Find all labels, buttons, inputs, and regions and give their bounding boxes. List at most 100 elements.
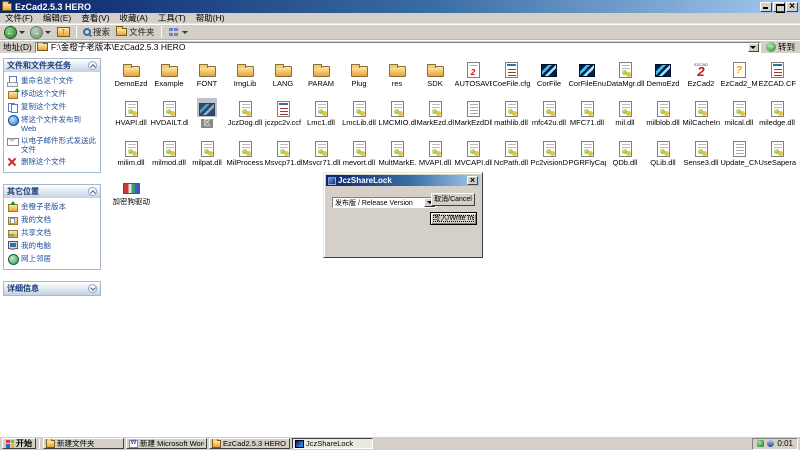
file-item[interactable]: Plug — [340, 59, 378, 88]
file-item[interactable]: MFC71.dll — [568, 98, 606, 127]
file-item[interactable]: mevort.dll — [340, 138, 378, 167]
write-in-button[interactable]: 写入/Write In — [430, 212, 477, 225]
sidebar-task-delete-file[interactable]: 删除这个文件 — [7, 157, 98, 167]
chevron-down-icon[interactable] — [88, 284, 97, 293]
file-item[interactable]: Update_CN — [720, 138, 758, 167]
file-item[interactable]: milblob.dll — [644, 98, 682, 127]
taskbar-task[interactable]: 新建文件夹 — [43, 438, 124, 449]
file-item[interactable]: Sense3.dll — [682, 138, 720, 167]
menu-item-5[interactable]: 工具(T) — [158, 12, 186, 24]
menu-item-6[interactable]: 帮助(H) — [196, 12, 225, 24]
version-select[interactable]: 发布版 / Release Version — [332, 197, 436, 208]
file-item[interactable]: milpat.dll — [188, 138, 226, 167]
file-item[interactable]: MilCacheIn... — [682, 98, 720, 127]
file-item[interactable]: EzCad2_Ma... — [720, 59, 758, 88]
file-item[interactable]: MVAPI.dll — [416, 138, 454, 167]
sidebar-panel-header[interactable]: 其它位置 — [4, 185, 100, 198]
menu-item-1[interactable]: 文件(F) — [5, 12, 33, 24]
tray-volume-icon[interactable] — [767, 440, 774, 447]
sidebar-task-network-places[interactable]: 网上邻居 — [7, 254, 98, 264]
minimize-button[interactable] — [760, 2, 772, 12]
file-item[interactable]: Msvcp71.dll — [264, 138, 302, 167]
file-item[interactable]: UseSapera.dll — [758, 138, 796, 167]
file-item[interactable]: PGRFlyCap... — [568, 138, 606, 167]
sidebar-task-parent-folder[interactable]: 金橙子老版本 — [7, 202, 98, 212]
taskbar-task[interactable]: 新建 Microsoft Word 文... — [126, 438, 207, 449]
file-item[interactable]: miledge.dll — [758, 98, 796, 127]
sidebar-panel-header[interactable]: 详细信息 — [4, 282, 100, 295]
forward-button[interactable] — [29, 25, 53, 39]
file-item[interactable]: EzCad2 — [682, 59, 720, 88]
file-item[interactable]: Msvcr71.dll — [302, 138, 340, 167]
sidebar-task-move-file[interactable]: 移动这个文件 — [7, 89, 98, 99]
file-item[interactable]: PARAM — [302, 59, 340, 88]
file-item[interactable]: milim.dll — [112, 138, 150, 167]
address-input[interactable]: F:\金橙子老版本\EzCad2.5.3 HERO — [35, 42, 761, 53]
file-item[interactable]: CorFileEnu — [568, 59, 606, 88]
address-dropdown-button[interactable] — [748, 43, 759, 52]
file-item[interactable]: mil.dll — [606, 98, 644, 127]
file-item[interactable]: DemoEzd — [112, 59, 150, 88]
file-item[interactable]: AUTOSAVE — [454, 59, 492, 88]
sidebar-task-copy-file[interactable]: 复制这个文件 — [7, 102, 98, 112]
file-item[interactable]: MilProcess.dll — [226, 138, 264, 167]
file-item[interactable]: JczDog.dll — [226, 98, 264, 127]
file-item[interactable]: NcPath.dll — [492, 138, 530, 167]
file-item[interactable]: SDK — [416, 59, 454, 88]
file-item[interactable]: mathlib.dll — [492, 98, 530, 127]
file-item[interactable]: MVCAPI.dll — [454, 138, 492, 167]
taskbar-task[interactable]: JczShareLock — [292, 438, 373, 449]
chevron-up-icon[interactable] — [88, 187, 97, 196]
up-button[interactable] — [55, 25, 72, 39]
tray-status-icon[interactable] — [757, 440, 764, 447]
close-button[interactable] — [786, 2, 798, 12]
file-item[interactable]: mfc42u.dll — [530, 98, 568, 127]
sidebar-task-my-computer[interactable]: 我的电脑 — [7, 241, 98, 251]
file-item[interactable]: MarkEzdDll — [454, 98, 492, 127]
file-item[interactable]: DataMgr.dll — [606, 59, 644, 88]
file-item[interactable]: LmcLib.dll — [340, 98, 378, 127]
start-button[interactable]: 开始 — [2, 438, 36, 449]
cancel-button[interactable]: 取消/Cancel — [431, 193, 475, 206]
chevron-up-icon[interactable] — [88, 61, 97, 70]
file-item[interactable]: ImgLib — [226, 59, 264, 88]
file-item[interactable]: jczpc2v.ccf — [264, 98, 302, 127]
views-button[interactable] — [166, 25, 190, 39]
file-item[interactable]: MultMarkE... — [378, 138, 416, 167]
file-item[interactable]: EZCAD.CFG — [758, 59, 796, 88]
sidebar-task-email-file[interactable]: 以电子邮件形式发送此文件 — [7, 136, 98, 154]
menu-item-2[interactable]: 编辑(E) — [43, 12, 71, 24]
file-item[interactable]: milcal.dll — [720, 98, 758, 127]
dialog-title-bar[interactable]: JczShareLock — [326, 175, 480, 186]
file-item[interactable]: MarkEzd.dll — [416, 98, 454, 127]
sidebar-task-shared-documents[interactable]: 共享文档 — [7, 228, 98, 238]
file-item[interactable]: 区 — [188, 98, 226, 127]
file-item[interactable]: res — [378, 59, 416, 88]
file-item[interactable]: FONT — [188, 59, 226, 88]
go-button[interactable]: 转到 — [764, 41, 797, 53]
file-item[interactable]: DemoEzd — [644, 59, 682, 88]
maximize-button[interactable] — [773, 2, 785, 12]
file-item[interactable]: HVAPI.dll — [112, 98, 150, 127]
taskbar-task[interactable]: EzCad2.5.3 HERO — [209, 438, 290, 449]
sidebar-task-rename-file[interactable]: 重命名这个文件 — [7, 76, 98, 86]
file-item[interactable]: QLib.dll — [644, 138, 682, 167]
sidebar-task-publish-web[interactable]: 将这个文件发布到 Web — [7, 115, 98, 133]
file-item[interactable]: Pc2visionDll.dll — [530, 138, 568, 167]
file-item[interactable]: milmod.dll — [150, 138, 188, 167]
menu-item-4[interactable]: 收藏(A) — [120, 12, 148, 24]
file-item[interactable]: CoeFile.cfg — [492, 59, 530, 88]
file-item[interactable]: QDb.dll — [606, 138, 644, 167]
file-item[interactable]: LANG — [264, 59, 302, 88]
file-item[interactable]: Lmc1.dll — [302, 98, 340, 127]
file-item[interactable]: Example — [150, 59, 188, 88]
sidebar-panel-header[interactable]: 文件和文件夹任务 — [4, 59, 100, 72]
folders-button[interactable]: 文件夹 — [114, 25, 157, 39]
dialog-close-button[interactable] — [467, 176, 478, 185]
file-item[interactable]: HVDAILT.dll — [150, 98, 188, 127]
search-button[interactable]: 搜索 — [81, 25, 112, 39]
back-button[interactable] — [3, 25, 27, 39]
file-item[interactable]: 加密狗驱动 — [112, 177, 150, 206]
menu-item-3[interactable]: 查看(V) — [81, 12, 109, 24]
file-item[interactable]: LMCMIO.dll — [378, 98, 416, 127]
